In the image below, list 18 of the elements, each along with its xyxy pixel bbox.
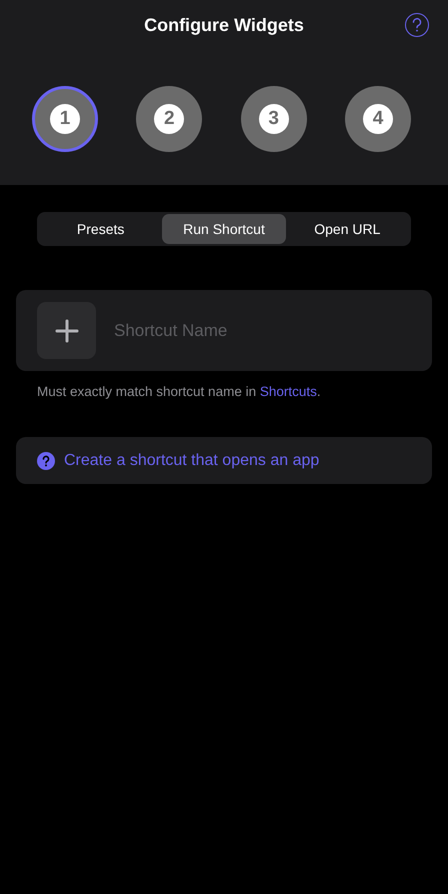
widget-step[interactable]: 4	[344, 86, 411, 152]
add-button[interactable]	[37, 302, 96, 359]
help-link-label: Create a shortcut that opens an app	[64, 452, 320, 470]
plus-icon	[54, 318, 78, 342]
shortcut-name-field[interactable]: Shortcut Name	[112, 320, 411, 342]
help-link-button[interactable]: Create a shortcut that opens an app	[16, 437, 432, 484]
question-icon	[411, 18, 423, 32]
hint-text: Must exactly match shortcut name in Shortcuts.	[37, 384, 322, 399]
screen-title: Configure Widgets	[144, 14, 304, 36]
segment-tab[interactable]: Open URL	[286, 214, 409, 244]
widget-step[interactable]: 1	[32, 86, 98, 152]
widget-step[interactable]: 3	[240, 86, 307, 152]
shortcuts-link[interactable]: Shortcuts	[260, 384, 317, 399]
widget-step[interactable]: 2	[136, 86, 202, 152]
question-icon	[37, 452, 55, 470]
help-button[interactable]	[405, 13, 429, 37]
segment-tab[interactable]: Run Shortcut	[162, 214, 286, 244]
segment-tab[interactable]: Presets	[39, 214, 162, 244]
